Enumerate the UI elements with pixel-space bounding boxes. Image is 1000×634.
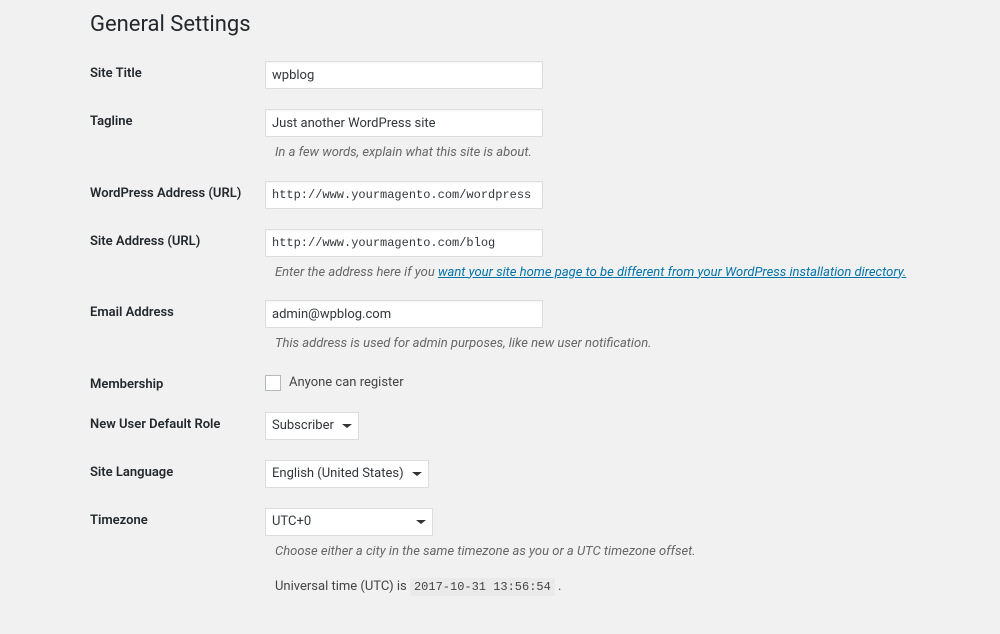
site-address-desc-link[interactable]: want your site home page to be different… <box>438 265 906 280</box>
utc-time-line: Universal time (UTC) is 2017-10-31 13:56… <box>275 579 920 594</box>
site-address-description: Enter the address here if you want your … <box>275 263 920 283</box>
membership-checkbox-label: Anyone can register <box>289 375 404 390</box>
tagline-input[interactable] <box>265 109 543 137</box>
page-title: General Settings <box>90 0 920 37</box>
site-title-label: Site Title <box>80 61 265 81</box>
timezone-label: Timezone <box>80 508 265 528</box>
utc-suffix: . <box>555 579 562 594</box>
site-language-label: Site Language <box>80 460 265 480</box>
tagline-description: In a few words, explain what this site i… <box>275 143 920 163</box>
site-address-label: Site Address (URL) <box>80 229 265 249</box>
site-address-desc-prefix: Enter the address here if you <box>275 265 438 280</box>
default-role-label: New User Default Role <box>80 412 265 432</box>
default-role-select[interactable]: Subscriber <box>265 412 359 440</box>
utc-time-value: 2017-10-31 13:56:54 <box>410 578 555 596</box>
timezone-description: Choose either a city in the same timezon… <box>275 542 920 562</box>
tagline-label: Tagline <box>80 109 265 129</box>
membership-label: Membership <box>80 372 265 392</box>
wp-address-label: WordPress Address (URL) <box>80 181 265 201</box>
site-title-input[interactable] <box>265 61 543 89</box>
site-address-input[interactable] <box>265 229 543 257</box>
utc-prefix: Universal time (UTC) is <box>275 579 410 594</box>
settings-form: Site Title Tagline In a few words, expla… <box>80 61 920 594</box>
wp-address-input[interactable] <box>265 181 543 209</box>
email-input[interactable] <box>265 300 543 328</box>
site-language-select[interactable]: English (United States) <box>265 460 429 488</box>
timezone-select[interactable]: UTC+0 <box>265 508 433 536</box>
email-label: Email Address <box>80 300 265 320</box>
membership-checkbox[interactable] <box>265 375 281 391</box>
email-description: This address is used for admin purposes,… <box>275 334 920 354</box>
